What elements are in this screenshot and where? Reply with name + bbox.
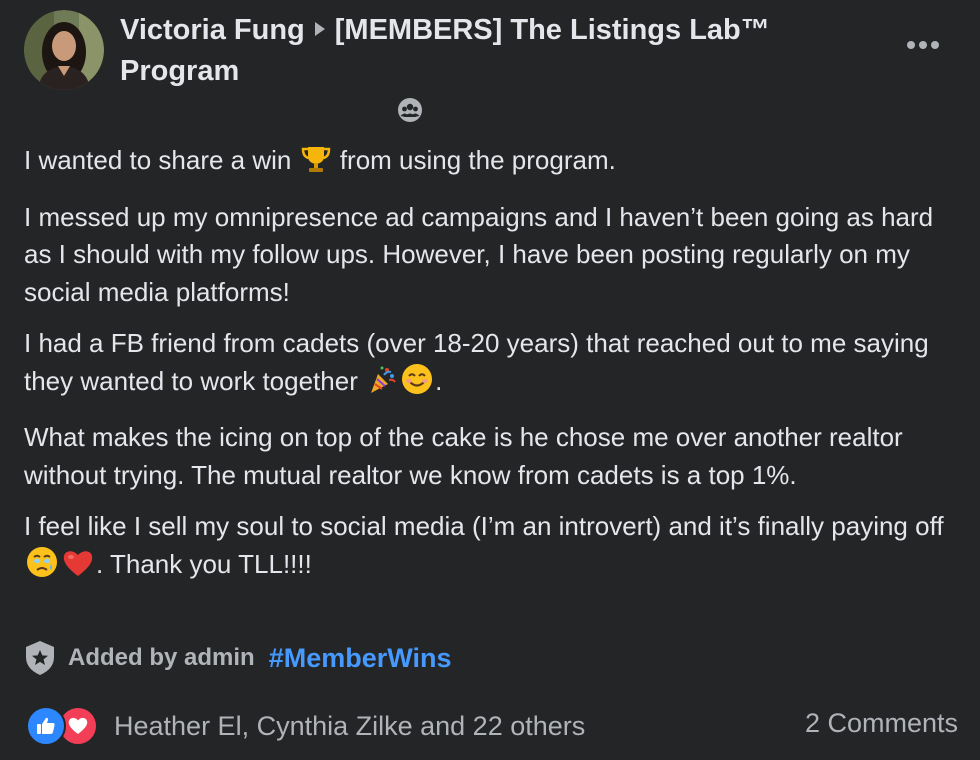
party-popper-icon xyxy=(367,365,397,406)
author-name[interactable]: Victoria Fung xyxy=(120,14,305,46)
hashtag-link[interactable]: #MemberWins xyxy=(269,643,452,674)
more-options-button[interactable] xyxy=(900,30,946,60)
post-paragraph: I feel like I sell my soul to social med… xyxy=(24,508,964,588)
post-card: Victoria Fung [MEMBERS] The Listings Lab™… xyxy=(0,0,980,760)
post-header: Victoria Fung [MEMBERS] The Listings Lab™… xyxy=(120,10,820,92)
comments-count-link[interactable]: 2 Comments xyxy=(805,708,958,739)
post-paragraph: I wanted to share a win from using the p… xyxy=(24,142,964,185)
added-by-admin-label: Added by admin xyxy=(68,644,255,671)
reactors-text[interactable]: Heather El, Cynthia Zilke and 22 others xyxy=(114,711,585,742)
red-heart-icon xyxy=(62,548,94,589)
reactions-summary[interactable]: Heather El, Cynthia Zilke and 22 others xyxy=(26,704,585,748)
post-paragraph: What makes the icing on top of the cake … xyxy=(24,422,903,490)
post-body: I wanted to share a win from using the p… xyxy=(24,142,964,602)
face-holding-back-tears-icon xyxy=(26,546,58,589)
admin-added-row: Added by admin #MemberWins xyxy=(24,638,452,678)
admin-shield-icon xyxy=(26,641,54,675)
post-paragraph: I had a FB friend from cadets (over 18-2… xyxy=(24,325,964,405)
members-group-icon[interactable] xyxy=(397,97,423,123)
like-reaction-icon xyxy=(26,706,66,746)
post-paragraph: I messed up my omnipresence ad campaigns… xyxy=(24,201,934,307)
avatar[interactable] xyxy=(24,10,104,90)
shared-to-arrow-icon xyxy=(314,22,325,36)
trophy-icon xyxy=(301,144,331,185)
more-horizontal-icon xyxy=(907,41,939,49)
smiling-face-icon xyxy=(401,363,433,406)
